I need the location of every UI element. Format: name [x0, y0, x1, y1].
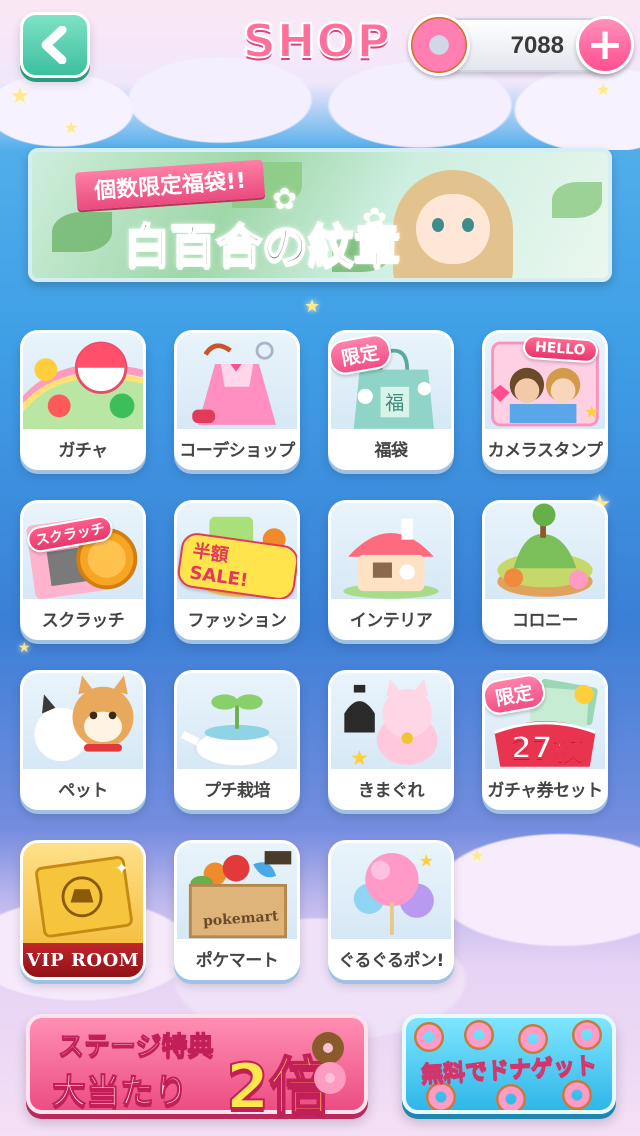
sprout-teapot-icon: [181, 694, 281, 769]
outfit-dress-icon: [192, 341, 277, 425]
pokemart-crate-icon: [188, 851, 292, 939]
donut-icon: [562, 1080, 592, 1110]
shop-tile-pokemart[interactable]: pokemart ポケマート: [174, 840, 300, 980]
shop-tile-gacha[interactable]: ガチャ: [20, 330, 146, 470]
shop-tile-lucky-bag[interactable]: 福 限定 福袋: [328, 330, 454, 470]
star-icon: ★: [470, 846, 485, 865]
colony-island-icon: [497, 503, 593, 597]
star-icon: ★: [596, 80, 611, 99]
lucky-cat-icon: ★: [344, 679, 438, 770]
gacha-capsule-icon: [23, 341, 143, 431]
tile-label: コーデショップ: [177, 429, 297, 467]
star-icon: ★: [64, 118, 79, 137]
shop-tile-fashion[interactable]: 半額SALE! ファッション: [174, 500, 300, 640]
shop-tile-guruguru-pon[interactable]: ★ ぐるぐるポン!: [328, 840, 454, 980]
interior-house-icon: [343, 518, 439, 599]
svg-text:★: ★: [584, 402, 599, 422]
stage-bonus-banner[interactable]: ステージ特典 大当たり 2倍: [26, 1014, 368, 1124]
tile-label: コロニー: [485, 599, 605, 637]
tile-label: カメラスタンプ: [485, 429, 605, 467]
donut-icon: [572, 1020, 602, 1050]
page-title: SHOP: [242, 13, 392, 69]
star-icon: ★: [10, 84, 30, 109]
tile-label: ガチャ券セット: [485, 769, 605, 807]
shop-tile-pet[interactable]: ペット: [20, 670, 146, 810]
stage-bonus-line2: 大当たり: [52, 1072, 189, 1113]
hello-sign: HELLO: [522, 334, 599, 364]
banner-character: [388, 160, 518, 278]
donut-icon: [414, 1022, 444, 1052]
lucky-bag-banner[interactable]: ✿ ✿ ✿ 個数限定福袋!! 白百合の紋章: [28, 148, 612, 282]
svg-text:✦: ✦: [114, 859, 128, 879]
tile-label: ぐるぐるポン!: [331, 939, 451, 977]
star-icon: ★: [304, 296, 321, 317]
tile-label: きまぐれ: [331, 769, 451, 807]
svg-text:★: ★: [350, 746, 369, 770]
shop-tile-colony[interactable]: コロニー: [482, 500, 608, 640]
tile-label: 福袋: [331, 429, 451, 467]
tile-label: スクラッチ: [23, 599, 143, 637]
pet-dog-cat-icon: [34, 675, 134, 762]
tile-label: インテリア: [331, 599, 451, 637]
donut-stack-icon: [312, 1032, 346, 1094]
svg-text:★: ★: [419, 851, 434, 871]
ticket-count: 27枚: [510, 730, 584, 767]
tile-label: プチ栽培: [177, 769, 297, 807]
chevron-left-icon: [41, 26, 67, 64]
star-icon: ★: [18, 640, 31, 656]
cotton-candy-icon: ★: [353, 851, 434, 935]
donut-icon: [464, 1020, 494, 1050]
tile-label: ポケマート: [177, 939, 297, 977]
shop-tile-vip-room[interactable]: ✦ VIP ROOM: [20, 840, 146, 980]
donut-icon: [408, 14, 470, 76]
tile-label: VIP ROOM: [23, 943, 143, 977]
leaf-decoration: [52, 212, 112, 252]
tile-label: ファッション: [177, 599, 297, 637]
donut-currency-bar: 7088 +: [408, 14, 634, 76]
svg-text:福: 福: [385, 393, 404, 415]
shop-tile-camera-stamp[interactable]: ★ HELLO カメラスタンプ: [482, 330, 608, 470]
shop-tile-code-shop[interactable]: コーデショップ: [174, 330, 300, 470]
shop-tile-petit-garden[interactable]: プチ栽培: [174, 670, 300, 810]
back-button[interactable]: [20, 12, 90, 78]
stage-bonus-line1: ステージ特典: [57, 1032, 214, 1063]
donut-icon: [496, 1084, 526, 1110]
shop-tile-scratch[interactable]: スクラッチ スクラッチ: [20, 500, 146, 640]
tile-label: ペット: [23, 769, 143, 807]
shop-tile-kimagure[interactable]: ★ きまぐれ: [328, 670, 454, 810]
banner-title: 白百合の紋章: [123, 218, 401, 274]
shop-tile-interior[interactable]: インテリア: [328, 500, 454, 640]
leaf-decoration: [552, 182, 602, 218]
tile-label: ガチャ: [23, 429, 143, 467]
donut-count: 7088: [510, 32, 564, 59]
free-donut-button[interactable]: 無料でドナゲット: [402, 1014, 616, 1114]
shop-tile-gacha-ticket-set[interactable]: 限定 27枚 ガチャ券セット: [482, 670, 608, 810]
vip-card-icon: ✦: [35, 856, 133, 938]
add-donuts-button[interactable]: +: [576, 16, 634, 74]
